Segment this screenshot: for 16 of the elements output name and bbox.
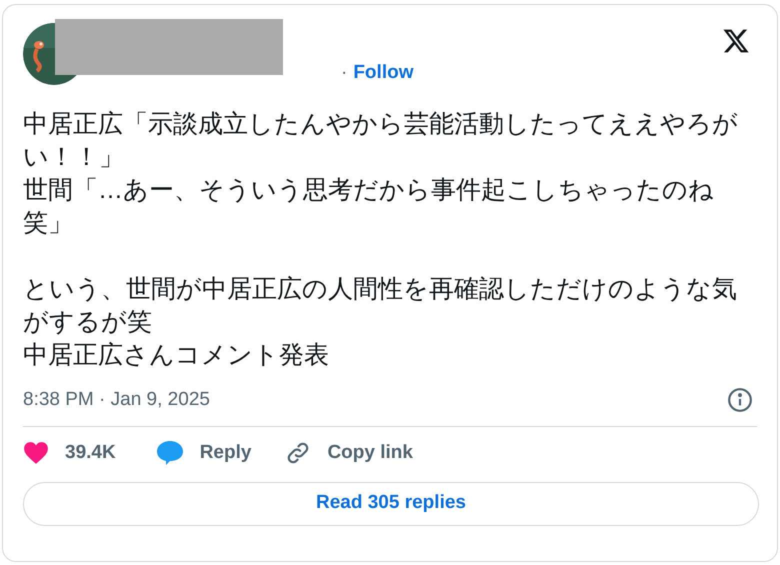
follow-link[interactable]: Follow (353, 59, 414, 88)
tweet-text: という、世間が中居正広の人間性を再確認しただけのような気がするが笑 (23, 274, 738, 338)
like-button[interactable]: 39.4K (23, 439, 116, 468)
link-icon (285, 440, 312, 466)
speech-bubble-icon (156, 440, 184, 466)
x-logo-icon[interactable] (721, 27, 751, 55)
tweet-text: 中居正広「示談成立したんやから芸能活動したってええやろがい！！」 (23, 108, 739, 172)
separator: · (341, 61, 348, 85)
read-replies-button[interactable]: Read 305 replies (23, 482, 759, 526)
copy-link-button[interactable]: Copy link (285, 439, 413, 468)
timestamp: 8:38 PM · Jan 9, 2025 (23, 388, 210, 412)
tweet-text: 世間「…あー、そういう思考だから事件起こしちゃったのね笑」 (23, 174, 715, 238)
info-icon[interactable] (727, 386, 753, 413)
reply-button[interactable]: Reply (156, 439, 252, 468)
heart-icon (23, 441, 49, 466)
tweet-text: 中居正広さんコメント発表 (23, 340, 330, 370)
